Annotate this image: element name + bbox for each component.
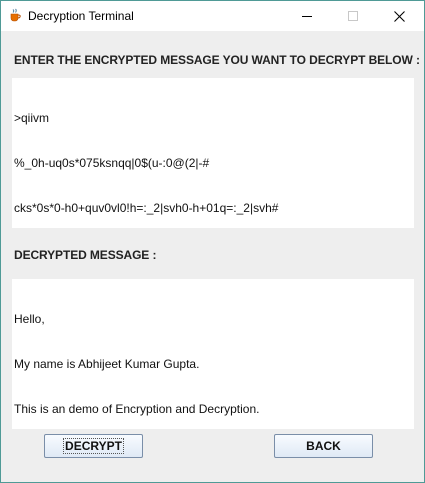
maximize-icon xyxy=(348,11,358,21)
encrypted-line: >qiivm xyxy=(14,111,50,125)
decryption-window: Decryption Terminal ENTER THE ENCRYPTED … xyxy=(0,0,425,483)
back-button[interactable]: BACK xyxy=(274,434,373,458)
close-icon xyxy=(393,10,405,22)
decrypted-line: My name is Abhijeet Kumar Gupta. xyxy=(14,357,200,371)
back-button-label: BACK xyxy=(306,439,341,453)
minimize-button[interactable] xyxy=(284,1,330,31)
decrypt-button[interactable]: DECRYPT xyxy=(44,434,143,458)
decrypt-button-label: DECRYPT xyxy=(63,438,124,454)
encrypted-message-label: ENTER THE ENCRYPTED MESSAGE YOU WANT TO … xyxy=(14,53,420,67)
title-bar[interactable]: Decryption Terminal xyxy=(1,1,424,31)
decrypted-message-label: DECRYPTED MESSAGE : xyxy=(14,248,157,262)
decrypted-line: Hello, xyxy=(14,312,45,326)
decrypted-message-textarea[interactable]: Hello, My name is Abhijeet Kumar Gupta. … xyxy=(12,279,414,429)
minimize-icon xyxy=(302,16,312,17)
java-cup-icon xyxy=(8,8,22,22)
decrypted-line: This is an demo of Encryption and Decryp… xyxy=(14,402,260,416)
encrypted-message-textarea[interactable]: >qiivm %_0h-uq0s*075ksnqq|0$(u-:0@(2|-# … xyxy=(12,78,414,228)
encrypted-line: %_0h-uq0s*075ksnqq|0$(u-:0@(2|-# xyxy=(14,156,210,170)
window-title: Decryption Terminal xyxy=(28,9,134,23)
maximize-button[interactable] xyxy=(330,1,376,31)
close-button[interactable] xyxy=(376,1,422,31)
encrypted-line: cks*0s*0-h0+quv0vl0!h=:_2|svh0-h+01q=:_2… xyxy=(14,201,279,215)
